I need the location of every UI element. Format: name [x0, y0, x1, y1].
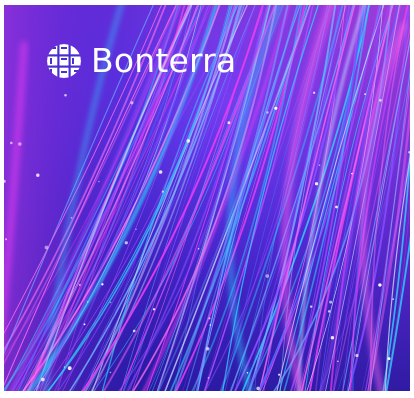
sparkle	[158, 170, 163, 174]
sparkle	[18, 142, 22, 146]
sparkle	[392, 298, 395, 300]
sparkle	[314, 182, 319, 186]
sparkle	[312, 91, 316, 94]
sparkle	[98, 180, 100, 183]
hero-image-card: Bonterra	[4, 5, 410, 391]
sparkle	[278, 373, 281, 376]
sparkle	[378, 283, 382, 287]
sparkle	[256, 386, 260, 391]
sparkle	[327, 310, 331, 313]
sparkle	[355, 353, 359, 358]
sparkle	[64, 94, 67, 97]
sparkle	[101, 283, 104, 286]
sparkle	[266, 111, 269, 114]
sparkle	[207, 376, 210, 379]
sparkle	[208, 317, 211, 320]
sparkle	[378, 98, 382, 102]
sparkle	[83, 323, 86, 326]
sparkle	[132, 329, 136, 333]
brand-name: Bonterra	[91, 41, 237, 80]
sparkle	[161, 190, 164, 193]
sparkle	[265, 274, 270, 278]
sparkle	[310, 305, 313, 308]
sparkle	[124, 241, 128, 245]
sparkle	[186, 139, 191, 143]
sparkle	[40, 377, 45, 382]
sparkle	[110, 301, 112, 304]
sparkle	[209, 324, 212, 326]
sparkle	[205, 347, 210, 351]
sparkle	[135, 228, 137, 231]
sparkle	[63, 366, 66, 368]
sparkle	[335, 205, 338, 209]
sparkle	[78, 283, 81, 286]
sparkle	[351, 172, 353, 175]
sparkle	[70, 216, 73, 219]
sparkle	[10, 141, 13, 145]
sparkle	[152, 308, 156, 311]
sparkle	[246, 372, 249, 374]
sparkle	[330, 335, 335, 340]
sparkle	[336, 360, 339, 363]
sparkle	[44, 245, 49, 250]
sparkle	[197, 248, 200, 250]
sparkle	[130, 101, 134, 105]
sparkle	[4, 238, 8, 241]
sparkle	[67, 366, 72, 371]
woven-globe-icon	[47, 44, 81, 78]
sparkle	[109, 371, 112, 374]
sparkle	[86, 300, 89, 303]
sparkle	[227, 121, 231, 125]
sparkle	[36, 173, 40, 177]
brand-logo: Bonterra	[46, 43, 236, 79]
sparkle	[364, 93, 367, 96]
sparkle	[329, 300, 333, 304]
sparkle	[274, 106, 278, 110]
sparkle	[318, 164, 321, 166]
sparkle	[387, 357, 391, 361]
